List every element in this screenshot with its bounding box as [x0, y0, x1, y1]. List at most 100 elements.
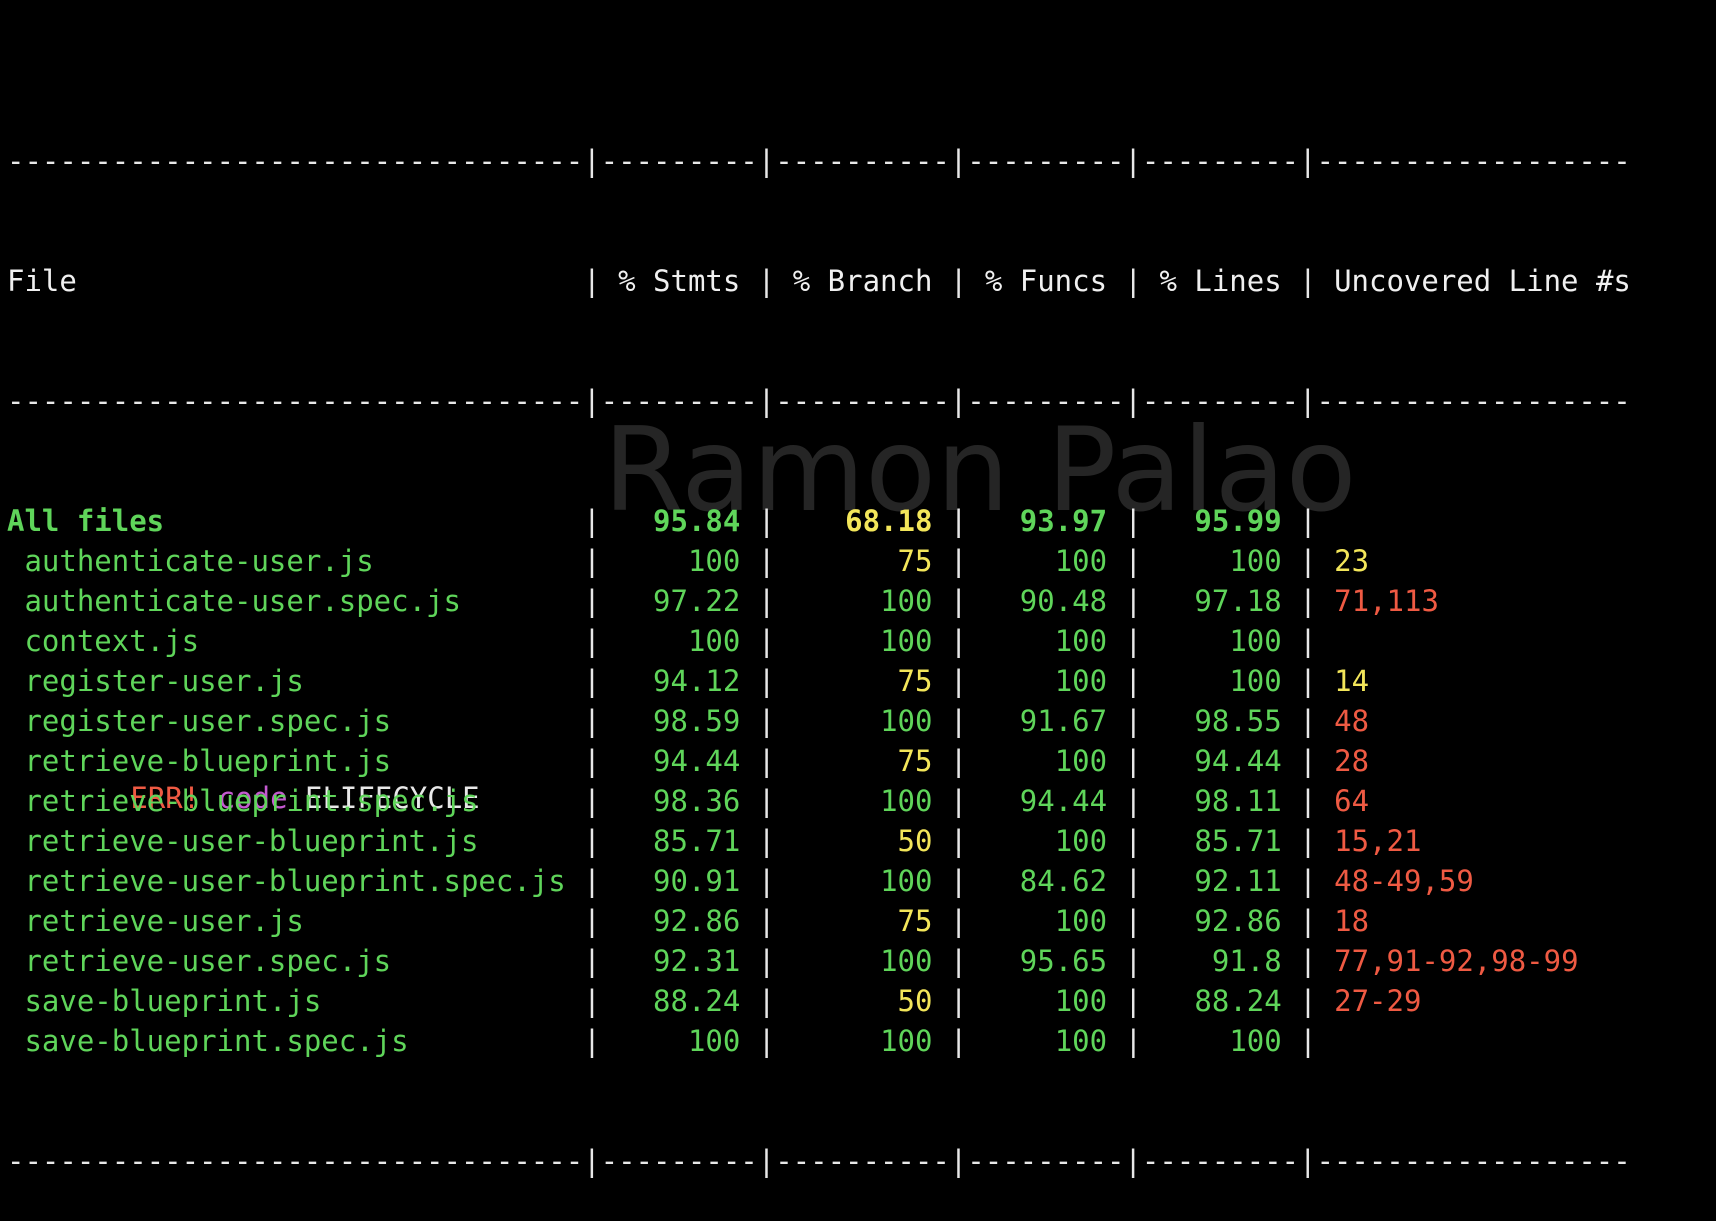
file-name: retrieve-user.js [24, 904, 304, 938]
branch-value: 100 [880, 624, 933, 658]
all-files-label: All files [7, 504, 165, 538]
branch-value: 50 [897, 824, 933, 858]
branch-value: 75 [897, 744, 933, 778]
table-row: save-blueprint.js | 88.24 | 50 | 100 | 8… [24, 984, 1422, 1018]
file-name: register-user.js [24, 664, 304, 698]
stmts-value: 100 [687, 1024, 741, 1058]
branch-value: 100 [880, 1024, 933, 1058]
funcs-value: 90.48 [1019, 584, 1108, 618]
funcs-value: 95.65 [1019, 944, 1108, 978]
branch-value: 100 [880, 944, 933, 978]
header-file: File [7, 264, 77, 298]
branch-value: 100 [880, 704, 933, 738]
lines-value: 100 [1229, 544, 1282, 578]
uncovered-lines: 27-29 [1334, 984, 1422, 1018]
stmts-value: 94.44 [653, 744, 741, 778]
header-funcs: % Funcs [984, 264, 1108, 298]
file-name: retrieve-user-blueprint.spec.js [24, 864, 566, 898]
table-row: register-user.spec.js | 98.59 | 100 | 91… [24, 704, 1370, 738]
branch-value: 100 [880, 864, 933, 898]
coverage-table: ---------------------------------|------… [7, 61, 1712, 1221]
lines-value: 100 [1229, 664, 1282, 698]
uncovered-lines: 48 [1334, 704, 1370, 738]
file-name: register-user.spec.js [24, 704, 392, 738]
lines-value: 98.55 [1194, 704, 1282, 738]
uncovered-lines: 28 [1334, 744, 1370, 778]
table-row: retrieve-blueprint.spec.js | 98.36 | 100… [24, 784, 1370, 818]
lines-value: 100 [1229, 624, 1282, 658]
funcs-value: 100 [1054, 904, 1108, 938]
header-row: File | % Stmts | % Branch | % Funcs | % … [7, 264, 1631, 298]
branch-value: 100 [880, 584, 933, 618]
separator-header: ---------------------------------|------… [7, 384, 1631, 418]
table-row: context.js | 100 | 100 | 100 | 100 | [24, 624, 1317, 658]
table-row: authenticate-user.js | 100 | 75 | 100 | … [24, 544, 1370, 578]
funcs-value: 91.67 [1019, 704, 1108, 738]
lines-value: 88.24 [1194, 984, 1282, 1018]
lines-value: 94.44 [1194, 744, 1282, 778]
file-name: retrieve-blueprint.js [24, 744, 392, 778]
table-row: retrieve-blueprint.js | 94.44 | 75 | 100… [24, 744, 1370, 778]
uncovered-lines: 18 [1334, 904, 1370, 938]
branch-value: 68.18 [845, 504, 933, 538]
stmts-value: 100 [687, 544, 741, 578]
table-row: retrieve-user.js | 92.86 | 75 | 100 | 92… [24, 904, 1370, 938]
stmts-value: 97.22 [653, 584, 741, 618]
header-branch: % Branch [792, 264, 933, 298]
file-name: authenticate-user.spec.js [24, 584, 461, 618]
uncovered-lines: 64 [1334, 784, 1370, 818]
file-name: retrieve-user.spec.js [24, 944, 392, 978]
stmts-value: 100 [687, 624, 741, 658]
funcs-value: 94.44 [1019, 784, 1108, 818]
funcs-value: 93.97 [1019, 504, 1108, 538]
funcs-value: 100 [1054, 824, 1108, 858]
header-stmts: % Stmts [618, 264, 741, 298]
branch-value: 100 [880, 784, 933, 818]
stmts-value: 95.84 [653, 504, 741, 538]
stmts-value: 98.36 [653, 784, 741, 818]
table-row: register-user.js | 94.12 | 75 | 100 | 10… [24, 664, 1370, 698]
lines-value: 97.18 [1194, 584, 1282, 618]
stmts-value: 98.59 [653, 704, 741, 738]
funcs-value: 100 [1054, 664, 1108, 698]
file-name: retrieve-user-blueprint.js [24, 824, 479, 858]
file-name: retrieve-blueprint.spec.js [24, 784, 479, 818]
uncovered-lines: 15,21 [1334, 824, 1422, 858]
table-body: All files | 95.84 | 68.18 | 93.97 | 95.9… [7, 501, 1712, 1061]
file-name: authenticate-user.js [24, 544, 374, 578]
stmts-value: 92.31 [653, 944, 741, 978]
table-row: retrieve-user-blueprint.spec.js | 90.91 … [24, 864, 1474, 898]
lines-value: 98.11 [1194, 784, 1282, 818]
lines-value: 95.99 [1194, 504, 1282, 538]
funcs-value: 100 [1054, 544, 1108, 578]
stmts-value: 90.91 [653, 864, 741, 898]
branch-value: 75 [897, 904, 933, 938]
stmts-value: 92.86 [653, 904, 741, 938]
lines-value: 100 [1229, 1024, 1282, 1058]
lines-value: 91.8 [1211, 944, 1282, 978]
table-row: retrieve-user-blueprint.js | 85.71 | 50 … [24, 824, 1422, 858]
uncovered-lines: 77,91-92,98-99 [1334, 944, 1579, 978]
funcs-value: 100 [1054, 744, 1108, 778]
stmts-value: 85.71 [653, 824, 741, 858]
lines-value: 92.11 [1194, 864, 1282, 898]
table-row: save-blueprint.spec.js | 100 | 100 | 100… [24, 1024, 1317, 1058]
uncovered-lines: 14 [1334, 664, 1370, 698]
funcs-value: 100 [1054, 984, 1108, 1018]
separator-top: ---------------------------------|------… [7, 144, 1631, 178]
stmts-value: 94.12 [653, 664, 741, 698]
lines-value: 85.71 [1194, 824, 1282, 858]
header-lines: % Lines [1159, 264, 1282, 298]
file-name: save-blueprint.spec.js [24, 1024, 409, 1058]
funcs-value: 84.62 [1019, 864, 1108, 898]
lines-value: 92.86 [1194, 904, 1282, 938]
file-name: context.js [24, 624, 200, 658]
file-name: save-blueprint.js [24, 984, 322, 1018]
separator-bottom: ---------------------------------|------… [7, 1144, 1631, 1178]
branch-value: 50 [897, 984, 933, 1018]
branch-value: 75 [897, 544, 933, 578]
branch-value: 75 [897, 664, 933, 698]
stmts-value: 88.24 [653, 984, 741, 1018]
summary-row: All files | 95.84 | 68.18 | 93.97 | 95.9… [7, 504, 1317, 538]
funcs-value: 100 [1054, 624, 1108, 658]
